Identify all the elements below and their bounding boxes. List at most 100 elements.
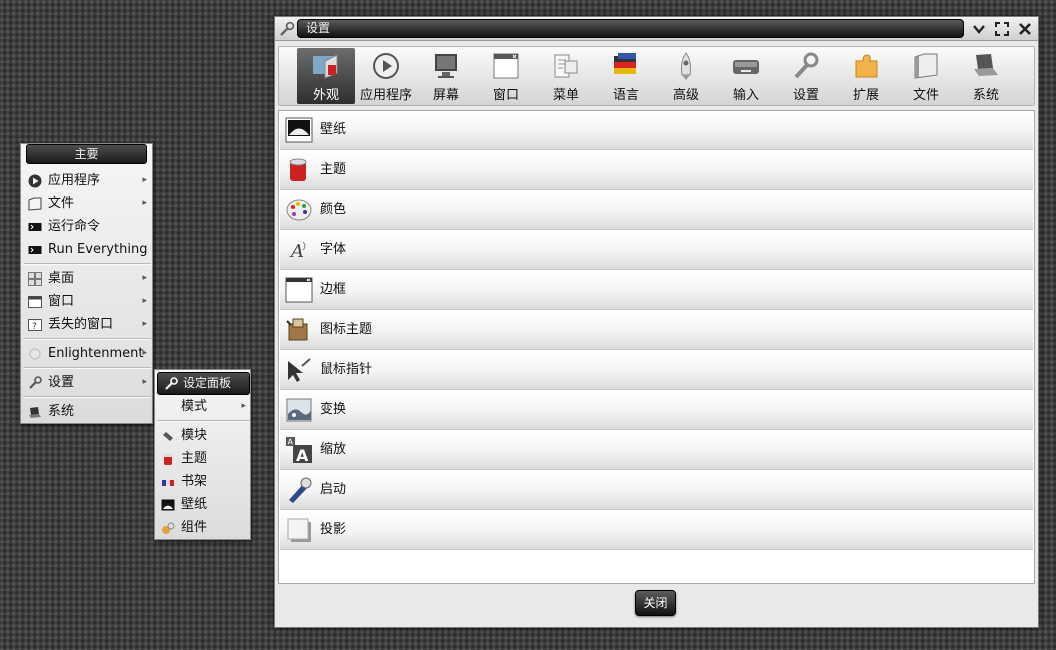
list-item-fonts[interactable]: A 字体 bbox=[280, 231, 1033, 270]
tab-input[interactable]: 输入 bbox=[717, 48, 775, 104]
menu-item-label: 文件 bbox=[48, 196, 75, 211]
menu-item-enlightenment[interactable]: Enlightenment ▸ bbox=[24, 342, 151, 365]
settings-list: 壁纸 主题 颜色 A 字体 边框 图标主题 鼠标指针 变换 A A 缩放 启动 … bbox=[278, 110, 1035, 584]
tab-label: 扩展 bbox=[852, 88, 879, 103]
svg-text:A: A bbox=[296, 446, 309, 464]
menu-item-label: 窗口 bbox=[48, 294, 75, 309]
tab-screen[interactable]: 屏幕 bbox=[417, 48, 475, 104]
tab-menu[interactable]: 菜单 bbox=[537, 48, 595, 104]
menu-item-files[interactable]: 文件 ▸ bbox=[24, 192, 151, 215]
settings-dialog: 设置 外观 应用程序 屏幕 窗口 菜单 语言 高级 输入 设置 扩展 文件 系统… bbox=[274, 16, 1039, 628]
svg-text:?: ? bbox=[32, 322, 37, 332]
window-icon bbox=[28, 295, 42, 309]
menu-item-label: 模式 bbox=[181, 399, 208, 414]
menu-item-desktop[interactable]: 桌面 ▸ bbox=[24, 267, 151, 290]
list-item-colors[interactable]: 颜色 bbox=[280, 191, 1033, 230]
play-icon bbox=[373, 53, 399, 79]
tab-label: 窗口 bbox=[492, 88, 519, 103]
tab-label: 系统 bbox=[972, 88, 999, 103]
svg-text:A: A bbox=[288, 438, 294, 447]
menu-item-window[interactable]: 窗口 ▸ bbox=[24, 290, 151, 313]
menu-item-lost-windows[interactable]: ? 丢失的窗口 ▸ bbox=[24, 313, 151, 336]
chevron-right-icon: ▸ bbox=[142, 198, 147, 208]
tab-label: 输入 bbox=[732, 88, 759, 103]
tab-files[interactable]: 文件 bbox=[897, 48, 955, 104]
list-item-wallpaper[interactable]: 壁纸 bbox=[280, 111, 1033, 150]
submenu-item-theme[interactable]: 主题 bbox=[157, 447, 250, 470]
chevron-down-icon[interactable] bbox=[970, 20, 988, 38]
menu-item-label: 壁纸 bbox=[181, 497, 208, 512]
maximize-icon[interactable] bbox=[993, 20, 1011, 38]
appearance-icon bbox=[313, 54, 338, 79]
submenu-item-modules[interactable]: 模块 bbox=[157, 424, 250, 447]
paint-bucket-icon bbox=[289, 158, 307, 181]
desktops-icon bbox=[28, 272, 42, 286]
laptop-icon bbox=[28, 405, 42, 419]
list-item-mouse-cursor[interactable]: 鼠标指针 bbox=[280, 351, 1033, 390]
enlightenment-icon bbox=[28, 347, 42, 361]
cursor-icon bbox=[288, 358, 311, 382]
terminal-icon bbox=[28, 243, 42, 257]
menu-icon bbox=[554, 54, 578, 78]
menu-item-applications[interactable]: 应用程序 ▸ bbox=[24, 169, 151, 192]
list-item-label: 主题 bbox=[320, 162, 347, 177]
folder-icon bbox=[28, 197, 42, 211]
tab-label: 文件 bbox=[912, 88, 939, 103]
chevron-right-icon: ▸ bbox=[142, 296, 147, 306]
list-item-label: 图标主题 bbox=[320, 322, 373, 337]
puzzle-icon bbox=[855, 54, 878, 78]
list-item-theme[interactable]: 主题 bbox=[280, 151, 1033, 190]
transition-icon bbox=[286, 398, 312, 422]
menu-item-system[interactable]: 系统 bbox=[24, 400, 151, 423]
menu-item-settings[interactable]: 设置 ▸ bbox=[24, 371, 151, 394]
list-item-label: 颜色 bbox=[320, 202, 347, 217]
list-item-transitions[interactable]: 变换 bbox=[280, 391, 1033, 430]
chevron-right-icon: ▸ bbox=[142, 273, 147, 283]
menu-item-label: 书架 bbox=[181, 474, 208, 489]
menu-item-label: 桌面 bbox=[48, 271, 75, 286]
border-icon bbox=[285, 277, 313, 303]
tab-extensions[interactable]: 扩展 bbox=[837, 48, 895, 104]
list-item-drop-shadow[interactable]: 投影 bbox=[280, 511, 1033, 550]
submenu-item-wallpaper[interactable]: 壁纸 bbox=[157, 493, 250, 516]
menu-separator bbox=[24, 263, 151, 265]
menu-item-label: 运行命令 bbox=[48, 219, 101, 234]
menu-item-run-everything[interactable]: Run Everything bbox=[24, 238, 151, 261]
list-item-label: 壁纸 bbox=[320, 122, 347, 137]
submenu-item-mode[interactable]: 模式 ▸ bbox=[157, 395, 250, 418]
submenu-title-settings-panel[interactable]: 设定面板 bbox=[157, 372, 250, 395]
tab-applications[interactable]: 应用程序 bbox=[357, 48, 415, 104]
submenu-item-gadgets[interactable]: 组件 bbox=[157, 516, 250, 539]
tab-advanced[interactable]: 高级 bbox=[657, 48, 715, 104]
icon-theme-icon bbox=[286, 318, 308, 341]
menu-item-label: 丢失的窗口 bbox=[48, 317, 114, 332]
tab-label: 菜单 bbox=[552, 88, 579, 103]
submenu-item-shelf[interactable]: 书架 bbox=[157, 470, 250, 493]
list-item-borders[interactable]: 边框 bbox=[280, 271, 1033, 310]
window-titlebar[interactable]: 设置 bbox=[275, 17, 1038, 41]
tab-window[interactable]: 窗口 bbox=[477, 48, 535, 104]
list-item-scaling[interactable]: AA 缩放 bbox=[280, 431, 1033, 470]
tab-system[interactable]: 系统 bbox=[957, 48, 1015, 104]
svg-text:A: A bbox=[289, 241, 304, 262]
rocket-icon bbox=[681, 52, 691, 80]
close-button[interactable]: 关闭 bbox=[635, 590, 676, 616]
menu-item-label: 设置 bbox=[48, 375, 75, 390]
list-item-label: 投影 bbox=[320, 522, 347, 537]
close-icon[interactable] bbox=[1016, 20, 1034, 38]
list-item-icon-theme[interactable]: 图标主题 bbox=[280, 311, 1033, 350]
menu-separator bbox=[24, 396, 151, 398]
tab-settings[interactable]: 设置 bbox=[777, 48, 835, 104]
list-item-label: 边框 bbox=[320, 282, 347, 297]
lost-window-icon: ? bbox=[28, 318, 42, 332]
list-item-startup[interactable]: 启动 bbox=[280, 471, 1033, 510]
menu-item-label: 系统 bbox=[48, 404, 75, 419]
monitor-icon bbox=[435, 54, 457, 78]
menu-item-run-command[interactable]: 运行命令 bbox=[24, 215, 151, 238]
tab-appearance[interactable]: 外观 bbox=[297, 48, 355, 104]
tab-label: 设置 bbox=[792, 88, 819, 103]
menu-item-label: 应用程序 bbox=[48, 173, 101, 188]
settings-submenu: 设定面板 模式 ▸ 模块 主题 书架 壁纸 组件 bbox=[154, 369, 251, 540]
list-item-label: 鼠标指针 bbox=[320, 362, 373, 377]
tab-language[interactable]: 语言 bbox=[597, 48, 655, 104]
